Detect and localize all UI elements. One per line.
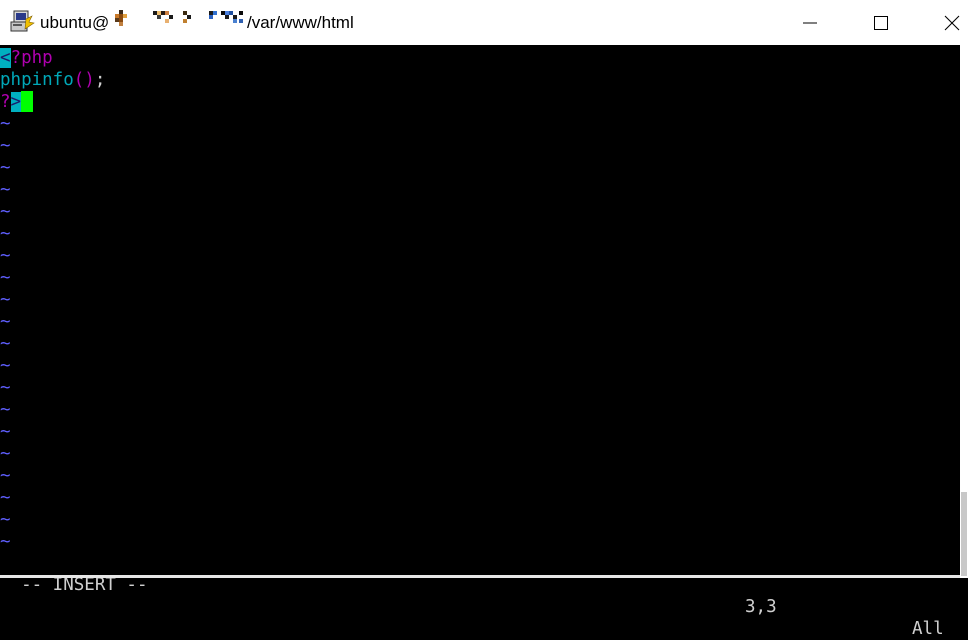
empty-line-marker: ~	[0, 356, 11, 376]
maximize-icon	[874, 15, 888, 30]
empty-line-marker: ~	[0, 334, 11, 354]
putty-icon	[10, 10, 35, 32]
close-icon	[944, 15, 960, 30]
empty-line-marker: ~	[0, 158, 11, 178]
php-open-tag: ?php	[10, 48, 53, 68]
maximize-button[interactable]	[858, 0, 904, 45]
mode-indicator: -- INSERT --	[21, 575, 148, 595]
empty-line-marker: ~	[0, 466, 11, 486]
function-parens: ()	[73, 70, 95, 90]
minimize-icon	[803, 22, 817, 23]
window-title-path: /var/www/html	[247, 13, 354, 32]
empty-line-marker: ~	[0, 488, 11, 508]
empty-line-marker: ~	[0, 290, 11, 310]
empty-line-marker: ~	[0, 400, 11, 420]
empty-line-marker: ~	[0, 114, 11, 134]
php-close-question: ?	[0, 92, 11, 112]
empty-line-marker: ~	[0, 532, 11, 552]
window-title-user: ubuntu@	[40, 13, 110, 32]
code-line-2: phpinfo();	[0, 69, 105, 91]
empty-line-marker: ~	[0, 378, 11, 398]
scrollbar-thumb[interactable]	[961, 492, 967, 576]
empty-line-marker: ~	[0, 136, 11, 156]
empty-line-marker: ~	[0, 312, 11, 332]
open-bracket-highlight: <	[0, 48, 11, 68]
close-button[interactable]	[929, 0, 968, 45]
empty-line-marker: ~	[0, 202, 11, 222]
empty-line-marker: ~	[0, 268, 11, 288]
empty-line-marker: ~	[0, 224, 11, 244]
empty-line-marker: ~	[0, 510, 11, 530]
terminal-area[interactable]: <?php phpinfo(); ?> ~ ~ ~ ~ ~ ~ ~ ~ ~ ~ …	[0, 45, 960, 578]
redacted-hostname-image	[115, 10, 243, 26]
text-cursor	[21, 91, 34, 112]
close-bracket-highlight: >	[10, 92, 22, 112]
function-name: phpinfo	[0, 70, 74, 90]
empty-line-marker: ~	[0, 444, 11, 464]
vim-status-line: -- INSERT -- 3,3 All	[0, 552, 960, 639]
title-bar[interactable]: ubuntu@ /var/www/html	[0, 0, 968, 45]
scroll-indicator: All	[912, 619, 944, 639]
empty-line-marker: ~	[0, 180, 11, 200]
empty-line-marker: ~	[0, 422, 11, 442]
empty-line-marker: ~	[0, 246, 11, 266]
semicolon: ;	[94, 70, 106, 90]
code-line-1: <?php	[0, 47, 53, 69]
minimize-button[interactable]	[787, 0, 833, 45]
code-line-3: ?>	[0, 91, 34, 113]
cursor-position: 3,3	[745, 597, 777, 617]
